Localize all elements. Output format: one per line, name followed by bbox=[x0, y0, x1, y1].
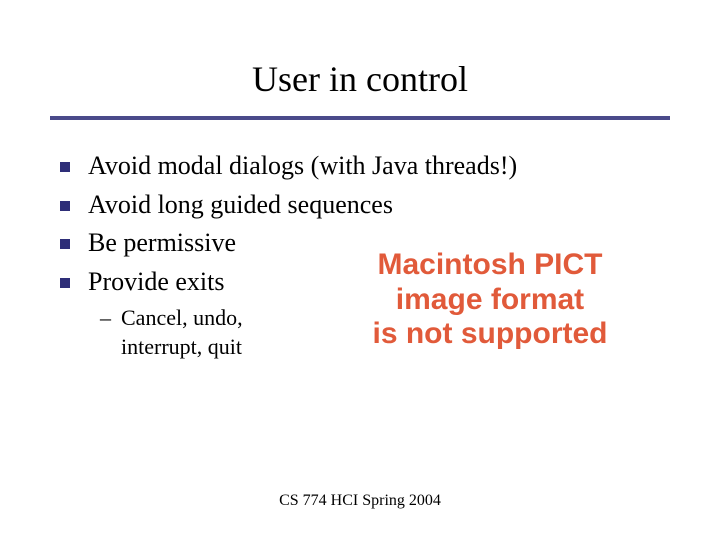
bullet-item: Avoid modal dialogs (with Java threads!) bbox=[60, 150, 660, 183]
placeholder-line: image format bbox=[320, 283, 660, 318]
bullet-text: Be permissive bbox=[88, 227, 236, 260]
slide-title: User in control bbox=[0, 58, 720, 100]
slide: User in control Avoid modal dialogs (wit… bbox=[0, 0, 720, 540]
slide-footer: CS 774 HCI Spring 2004 bbox=[0, 492, 720, 510]
square-bullet-icon bbox=[60, 162, 70, 172]
bullet-text: Provide exits bbox=[88, 266, 225, 299]
bullet-text: Avoid modal dialogs (with Java threads!) bbox=[88, 150, 517, 183]
square-bullet-icon bbox=[60, 239, 70, 249]
square-bullet-icon bbox=[60, 201, 70, 211]
dash-bullet-icon: – bbox=[100, 304, 111, 333]
square-bullet-icon bbox=[60, 278, 70, 288]
placeholder-line: is not supported bbox=[320, 317, 660, 352]
bullet-text: Avoid long guided sequences bbox=[88, 189, 393, 222]
title-underline bbox=[50, 116, 670, 120]
image-placeholder-warning: Macintosh PICT image format is not suppo… bbox=[320, 248, 660, 352]
sub-bullet-text: Cancel, undo, interrupt, quit bbox=[121, 304, 321, 361]
placeholder-line: Macintosh PICT bbox=[320, 248, 660, 283]
bullet-item: Avoid long guided sequences bbox=[60, 189, 660, 222]
